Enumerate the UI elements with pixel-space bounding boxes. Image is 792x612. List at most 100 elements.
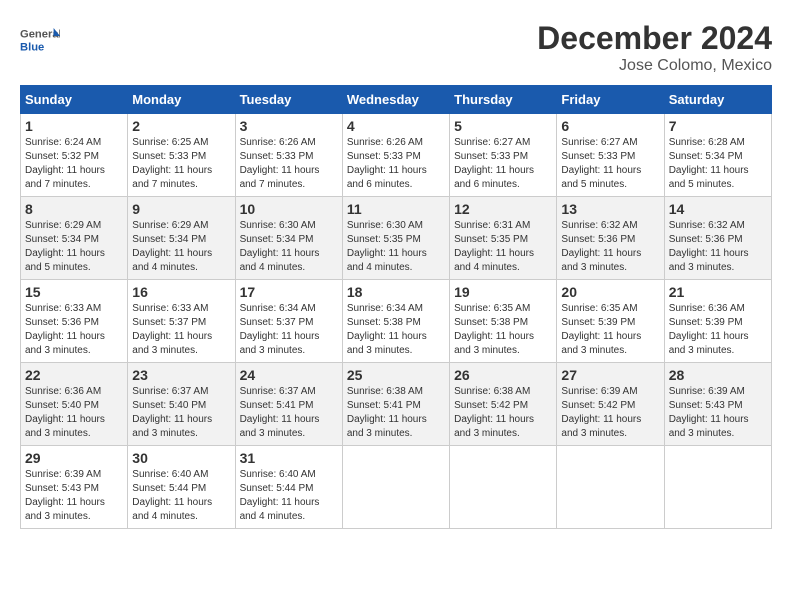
day-info: Sunrise: 6:29 AMSunset: 5:34 PMDaylight:…: [25, 219, 123, 275]
day-info: Sunrise: 6:37 AMSunset: 5:41 PMDaylight:…: [240, 385, 338, 441]
table-row: 19Sunrise: 6:35 AMSunset: 5:38 PMDayligh…: [450, 280, 557, 363]
table-row: 6 Sunrise: 6:27 AMSunset: 5:33 PMDaylight…: [557, 114, 664, 197]
calendar-week-row: 22Sunrise: 6:36 AMSunset: 5:40 PMDayligh…: [21, 363, 772, 446]
title-section: December 2024 Jose Colomo, Mexico: [537, 20, 772, 75]
calendar-header-row: Sunday Monday Tuesday Wednesday Thursday…: [21, 86, 772, 114]
day-info: Sunrise: 6:34 AMSunset: 5:37 PMDaylight:…: [240, 302, 338, 358]
table-row: 27 Sunrise: 6:39 AMSunset: 5:42 PMDayligh…: [557, 363, 664, 446]
day-info: Sunrise: 6:28 AMSunset: 5:34 PMDaylight:…: [669, 136, 767, 192]
day-info: Sunrise: 6:37 AMSunset: 5:40 PMDaylight:…: [132, 385, 230, 441]
table-row: 15 Sunrise: 6:33 AMSunset: 5:36 PMDayligh…: [21, 280, 128, 363]
table-row: 3 Sunrise: 6:26 AMSunset: 5:33 PMDaylight…: [235, 114, 342, 197]
day-number: 6: [561, 118, 659, 134]
day-info: Sunrise: 6:32 AMSunset: 5:36 PMDaylight:…: [561, 219, 659, 275]
day-info: Sunrise: 6:32 AMSunset: 5:36 PMDaylight:…: [669, 219, 767, 275]
day-number: 25: [347, 367, 445, 383]
day-number: 5: [454, 118, 552, 134]
table-row: 25 Sunrise: 6:38 AMSunset: 5:41 PMDayligh…: [342, 363, 449, 446]
day-info: Sunrise: 6:30 AMSunset: 5:34 PMDaylight:…: [240, 219, 338, 275]
logo: General Blue: [20, 20, 64, 60]
col-tuesday: Tuesday: [235, 86, 342, 114]
day-number: 28: [669, 367, 767, 383]
day-info: Sunrise: 6:36 AMSunset: 5:39 PMDaylight:…: [669, 302, 767, 358]
col-monday: Monday: [128, 86, 235, 114]
table-row: 2 Sunrise: 6:25 AMSunset: 5:33 PMDaylight…: [128, 114, 235, 197]
day-info: Sunrise: 6:33 AMSunset: 5:37 PMDaylight:…: [132, 302, 230, 358]
table-row: 14 Sunrise: 6:32 AMSunset: 5:36 PMDayligh…: [664, 197, 771, 280]
day-number: 2: [132, 118, 230, 134]
table-row: 31 Sunrise: 6:40 AMSunset: 5:44 PMDayligh…: [235, 446, 342, 529]
day-info: Sunrise: 6:25 AMSunset: 5:33 PMDaylight:…: [132, 136, 230, 192]
day-number: 30: [132, 450, 230, 466]
col-saturday: Saturday: [664, 86, 771, 114]
table-row: 5 Sunrise: 6:27 AMSunset: 5:33 PMDaylight…: [450, 114, 557, 197]
table-row: 23 Sunrise: 6:37 AMSunset: 5:40 PMDayligh…: [128, 363, 235, 446]
day-number: 27: [561, 367, 659, 383]
day-info: Sunrise: 6:27 AMSunset: 5:33 PMDaylight:…: [454, 136, 552, 192]
day-number: 3: [240, 118, 338, 134]
day-number: 10: [240, 201, 338, 217]
day-info: Sunrise: 6:38 AMSunset: 5:41 PMDaylight:…: [347, 385, 445, 441]
calendar-title: December 2024: [537, 20, 772, 57]
day-number: 29: [25, 450, 123, 466]
day-info: Sunrise: 6:29 AMSunset: 5:34 PMDaylight:…: [132, 219, 230, 275]
day-number: 26: [454, 367, 552, 383]
calendar-week-row: 1Sunrise: 6:24 AMSunset: 5:32 PMDaylight…: [21, 114, 772, 197]
day-number: 4: [347, 118, 445, 134]
col-sunday: Sunday: [21, 86, 128, 114]
table-row: 28 Sunrise: 6:39 AMSunset: 5:43 PMDayligh…: [664, 363, 771, 446]
day-number: 11: [347, 201, 445, 217]
day-number: 15: [25, 284, 123, 300]
day-info: Sunrise: 6:35 AMSunset: 5:39 PMDaylight:…: [561, 302, 659, 358]
day-info: Sunrise: 6:40 AMSunset: 5:44 PMDaylight:…: [240, 468, 338, 524]
table-row: 16 Sunrise: 6:33 AMSunset: 5:37 PMDayligh…: [128, 280, 235, 363]
day-info: Sunrise: 6:26 AMSunset: 5:33 PMDaylight:…: [347, 136, 445, 192]
table-row: 18Sunrise: 6:34 AMSunset: 5:38 PMDayligh…: [342, 280, 449, 363]
day-info: Sunrise: 6:26 AMSunset: 5:33 PMDaylight:…: [240, 136, 338, 192]
day-number: 8: [25, 201, 123, 217]
calendar-week-row: 29 Sunrise: 6:39 AMSunset: 5:43 PMDayligh…: [21, 446, 772, 529]
day-number: 7: [669, 118, 767, 134]
calendar-week-row: 8 Sunrise: 6:29 AMSunset: 5:34 PMDaylight…: [21, 197, 772, 280]
day-info: Sunrise: 6:38 AMSunset: 5:42 PMDaylight:…: [454, 385, 552, 441]
day-info: Sunrise: 6:31 AMSunset: 5:35 PMDaylight:…: [454, 219, 552, 275]
day-number: 24: [240, 367, 338, 383]
table-row: [557, 446, 664, 529]
table-row: 9Sunrise: 6:29 AMSunset: 5:34 PMDaylight…: [128, 197, 235, 280]
table-row: 11 Sunrise: 6:30 AMSunset: 5:35 PMDayligh…: [342, 197, 449, 280]
header: General Blue December 2024 Jose Colomo, …: [20, 20, 772, 75]
day-info: Sunrise: 6:24 AMSunset: 5:32 PMDaylight:…: [25, 136, 123, 192]
day-info: Sunrise: 6:39 AMSunset: 5:42 PMDaylight:…: [561, 385, 659, 441]
day-number: 23: [132, 367, 230, 383]
day-info: Sunrise: 6:30 AMSunset: 5:35 PMDaylight:…: [347, 219, 445, 275]
table-row: 13 Sunrise: 6:32 AMSunset: 5:36 PMDayligh…: [557, 197, 664, 280]
day-number: 12: [454, 201, 552, 217]
table-row: 12 Sunrise: 6:31 AMSunset: 5:35 PMDayligh…: [450, 197, 557, 280]
day-info: Sunrise: 6:39 AMSunset: 5:43 PMDaylight:…: [669, 385, 767, 441]
day-number: 21: [669, 284, 767, 300]
table-row: 30 Sunrise: 6:40 AMSunset: 5:44 PMDayligh…: [128, 446, 235, 529]
day-info: Sunrise: 6:40 AMSunset: 5:44 PMDaylight:…: [132, 468, 230, 524]
day-number: 16: [132, 284, 230, 300]
day-number: 13: [561, 201, 659, 217]
day-number: 20: [561, 284, 659, 300]
day-info: Sunrise: 6:34 AMSunset: 5:38 PMDaylight:…: [347, 302, 445, 358]
day-number: 31: [240, 450, 338, 466]
table-row: [450, 446, 557, 529]
table-row: 8 Sunrise: 6:29 AMSunset: 5:34 PMDaylight…: [21, 197, 128, 280]
day-number: 22: [25, 367, 123, 383]
calendar-week-row: 15 Sunrise: 6:33 AMSunset: 5:36 PMDayligh…: [21, 280, 772, 363]
day-info: Sunrise: 6:27 AMSunset: 5:33 PMDaylight:…: [561, 136, 659, 192]
table-row: 26 Sunrise: 6:38 AMSunset: 5:42 PMDayligh…: [450, 363, 557, 446]
day-number: 17: [240, 284, 338, 300]
day-info: Sunrise: 6:33 AMSunset: 5:36 PMDaylight:…: [25, 302, 123, 358]
day-info: Sunrise: 6:35 AMSunset: 5:38 PMDaylight:…: [454, 302, 552, 358]
table-row: [342, 446, 449, 529]
day-number: 14: [669, 201, 767, 217]
col-friday: Friday: [557, 86, 664, 114]
calendar-subtitle: Jose Colomo, Mexico: [537, 57, 772, 75]
table-row: 1Sunrise: 6:24 AMSunset: 5:32 PMDaylight…: [21, 114, 128, 197]
day-info: Sunrise: 6:39 AMSunset: 5:43 PMDaylight:…: [25, 468, 123, 524]
logo-icon: General Blue: [20, 20, 60, 60]
table-row: 4 Sunrise: 6:26 AMSunset: 5:33 PMDaylight…: [342, 114, 449, 197]
